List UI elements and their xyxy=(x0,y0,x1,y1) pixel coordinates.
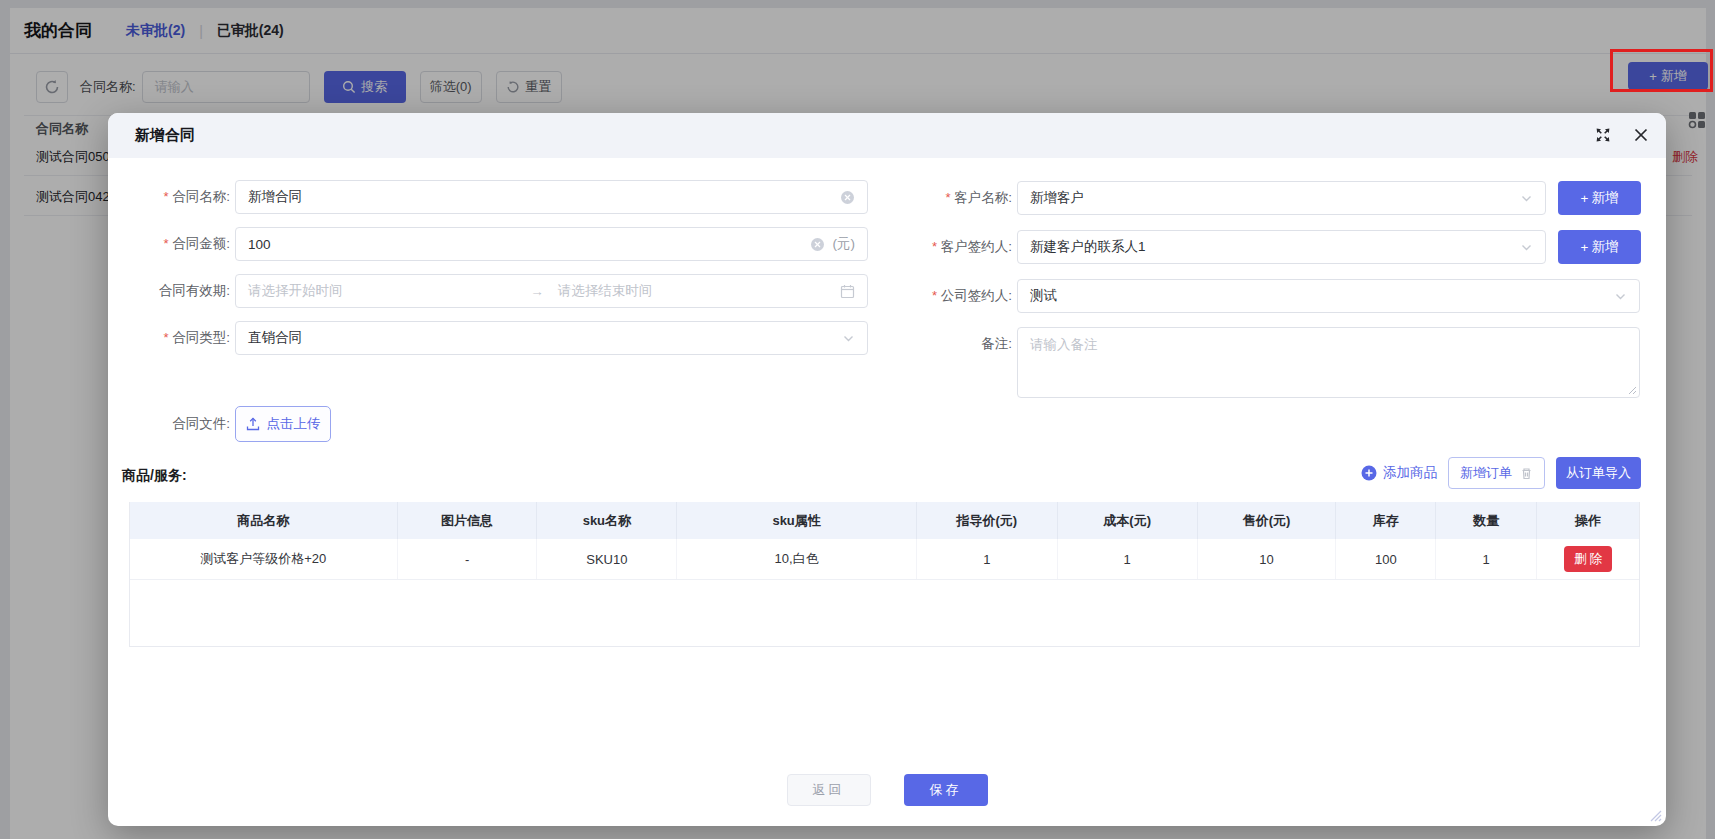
add-contract-dialog: 新增合同 合同名称: 新增合同 合同金额: 100 (元) 合同有效期: 请选择… xyxy=(108,113,1666,826)
textarea-resize-handle[interactable] xyxy=(1627,385,1637,395)
contract-file-label: 合同文件: xyxy=(108,407,230,441)
date-range-separator: → xyxy=(530,284,544,299)
add-customer-button[interactable]: +新增 xyxy=(1558,181,1641,215)
chevron-down-icon xyxy=(1520,192,1533,205)
product-row: 测试客户等级价格+20 - SKU10 10,白色 1 1 10 100 1 删… xyxy=(130,539,1639,580)
dialog-resize-handle[interactable] xyxy=(1648,808,1662,822)
save-button[interactable]: 保存 xyxy=(904,774,988,806)
customer-name-select[interactable]: 新增客户 xyxy=(1017,181,1546,215)
col-header: 商品名称 xyxy=(130,502,398,539)
close-icon[interactable] xyxy=(1633,127,1649,143)
trash-icon xyxy=(1520,467,1533,480)
col-header: 操作 xyxy=(1537,502,1639,539)
dialog-title: 新增合同 xyxy=(135,126,195,145)
contract-amount-input[interactable]: 100 (元) xyxy=(235,227,868,261)
contract-name-input[interactable]: 新增合同 xyxy=(235,180,868,214)
product-guide-price: 1 xyxy=(917,539,1058,579)
back-button[interactable]: 返回 xyxy=(787,774,871,806)
customer-name-label: 客户名称: xyxy=(852,181,1012,215)
product-stock: 100 xyxy=(1336,539,1436,579)
new-order-button[interactable]: 新增订单 xyxy=(1448,457,1545,489)
product-image: - xyxy=(398,539,538,579)
plus-circle-icon xyxy=(1361,465,1377,481)
product-action: 删除 xyxy=(1537,539,1639,579)
product-price: 10 xyxy=(1198,539,1337,579)
contract-name-label: 合同名称: xyxy=(108,180,230,214)
col-header: 指导价(元) xyxy=(917,502,1058,539)
col-header: 售价(元) xyxy=(1198,502,1337,539)
col-header: 成本(元) xyxy=(1058,502,1198,539)
company-signer-label: 公司签约人: xyxy=(852,279,1012,313)
delete-product-button[interactable]: 删除 xyxy=(1564,546,1612,572)
remark-label: 备注: xyxy=(852,327,1012,361)
contract-amount-label: 合同金额: xyxy=(108,227,230,261)
col-header: sku名称 xyxy=(537,502,677,539)
contract-type-label: 合同类型: xyxy=(108,321,230,355)
remark-textarea[interactable]: 请输入备注 xyxy=(1017,327,1640,398)
import-order-button[interactable]: 从订单导入 xyxy=(1556,457,1641,489)
contract-period-picker[interactable]: 请选择开始时间 → 请选择结束时间 xyxy=(235,274,868,308)
company-signer-select[interactable]: 测试 xyxy=(1017,279,1640,313)
products-table-header: 商品名称 图片信息 sku名称 sku属性 指导价(元) 成本(元) 售价(元)… xyxy=(130,502,1639,539)
fullscreen-icon[interactable] xyxy=(1595,127,1611,143)
customer-signer-select[interactable]: 新建客户的联系人1 xyxy=(1017,230,1546,264)
annotation-highlight xyxy=(1610,49,1713,92)
upload-button[interactable]: 点击上传 xyxy=(235,406,331,442)
col-header: 数量 xyxy=(1436,502,1537,539)
upload-icon xyxy=(246,417,260,431)
customer-signer-label: 客户签约人: xyxy=(852,230,1012,264)
chevron-down-icon xyxy=(1520,241,1533,254)
col-header: 图片信息 xyxy=(398,502,538,539)
dialog-header: 新增合同 xyxy=(108,113,1666,158)
start-date-input[interactable]: 请选择开始时间 xyxy=(248,282,530,300)
product-sku-attr: 10,白色 xyxy=(677,539,917,579)
clear-icon[interactable] xyxy=(810,237,825,252)
add-product-button[interactable]: 添加商品 xyxy=(1361,464,1437,482)
contract-type-select[interactable]: 直销合同 xyxy=(235,321,868,355)
product-cost: 1 xyxy=(1058,539,1198,579)
end-date-input[interactable]: 请选择结束时间 xyxy=(558,282,840,300)
col-header: 库存 xyxy=(1336,502,1436,539)
add-signer-button[interactable]: +新增 xyxy=(1558,230,1641,264)
product-qty: 1 xyxy=(1436,539,1537,579)
col-header: sku属性 xyxy=(677,502,917,539)
products-table: 商品名称 图片信息 sku名称 sku属性 指导价(元) 成本(元) 售价(元)… xyxy=(129,502,1640,647)
chevron-down-icon xyxy=(1614,290,1627,303)
product-name: 测试客户等级价格+20 xyxy=(130,539,398,579)
contract-period-label: 合同有效期: xyxy=(108,274,230,308)
product-sku-name: SKU10 xyxy=(537,539,677,579)
